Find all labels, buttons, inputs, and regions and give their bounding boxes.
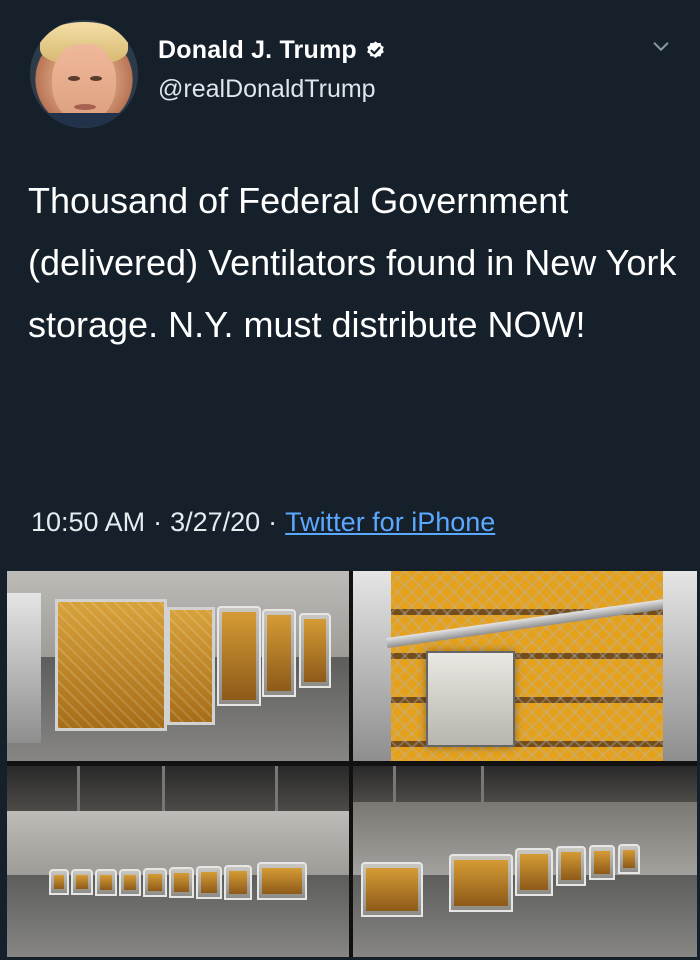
photo-ventilator-pallets-close[interactable] — [7, 571, 349, 761]
display-name-row[interactable]: Donald J. Trump — [158, 36, 386, 65]
photo-warehouse-wide[interactable] — [7, 766, 349, 957]
ventilator-cage — [361, 862, 423, 917]
tweet-time[interactable]: 10:50 AM — [31, 507, 145, 538]
tweet-source-link[interactable]: Twitter for iPhone — [285, 507, 495, 538]
meta-separator-2: · — [268, 507, 278, 537]
avatar-face — [52, 44, 116, 122]
avatar-suit — [30, 113, 138, 128]
ventilator-cage — [167, 607, 215, 725]
ventilator-cage — [618, 844, 640, 874]
cage-frame — [663, 571, 697, 761]
tweet-date[interactable]: 3/27/20 — [170, 507, 260, 538]
ventilator-cage — [257, 862, 307, 900]
ceiling-beam — [77, 766, 80, 811]
display-name[interactable]: Donald J. Trump — [158, 36, 357, 65]
tweet-card: Donald J. Trump @realDonaldTrump Thousan… — [0, 0, 700, 570]
ventilator-cage — [169, 867, 194, 898]
ventilator-cage — [71, 869, 93, 895]
ventilator-cage — [49, 869, 69, 895]
avatar-eye-left — [68, 76, 80, 81]
avatar-eye-right — [90, 76, 102, 81]
ventilator-cage — [196, 866, 222, 899]
ceiling-beam — [481, 766, 484, 802]
handle[interactable]: @realDonaldTrump — [158, 75, 376, 104]
ceiling-beam — [275, 766, 278, 811]
avatar-mouth — [74, 104, 96, 110]
cage-frame — [353, 571, 391, 761]
ventilator-cage — [55, 599, 167, 731]
ventilator-cage — [589, 845, 615, 880]
ceiling-beam — [162, 766, 165, 811]
shipping-label-pouch — [426, 651, 515, 747]
photo-grid — [7, 571, 697, 957]
ventilator-cage — [143, 868, 167, 897]
ventilator-cage — [449, 854, 513, 912]
ventilator-cage — [95, 869, 117, 896]
ventilator-cage — [119, 869, 141, 896]
cage-frame — [7, 593, 41, 743]
photo-ventilator-cage-closeup[interactable] — [353, 571, 697, 761]
ceiling-beam — [393, 766, 396, 802]
avatar[interactable] — [30, 20, 138, 128]
meta-separator: · — [153, 507, 163, 537]
tweet-meta: 10:50 AM · 3/27/20 · Twitter for iPhone — [31, 507, 495, 538]
warehouse-ceiling — [7, 766, 349, 811]
ventilator-cage — [262, 609, 296, 697]
tweet-text: Thousand of Federal Government (delivere… — [28, 180, 677, 345]
photo-warehouse-rows[interactable] — [353, 766, 697, 957]
ventilator-cage — [556, 846, 586, 886]
ventilator-cage — [224, 865, 252, 900]
ventilator-cage — [515, 848, 553, 896]
chevron-down-icon[interactable] — [650, 36, 672, 58]
ventilator-boxes — [353, 571, 697, 761]
ventilator-cage — [299, 613, 331, 688]
verified-badge-icon — [367, 41, 384, 58]
ventilator-cage — [217, 606, 261, 706]
warehouse-ceiling — [353, 766, 697, 802]
